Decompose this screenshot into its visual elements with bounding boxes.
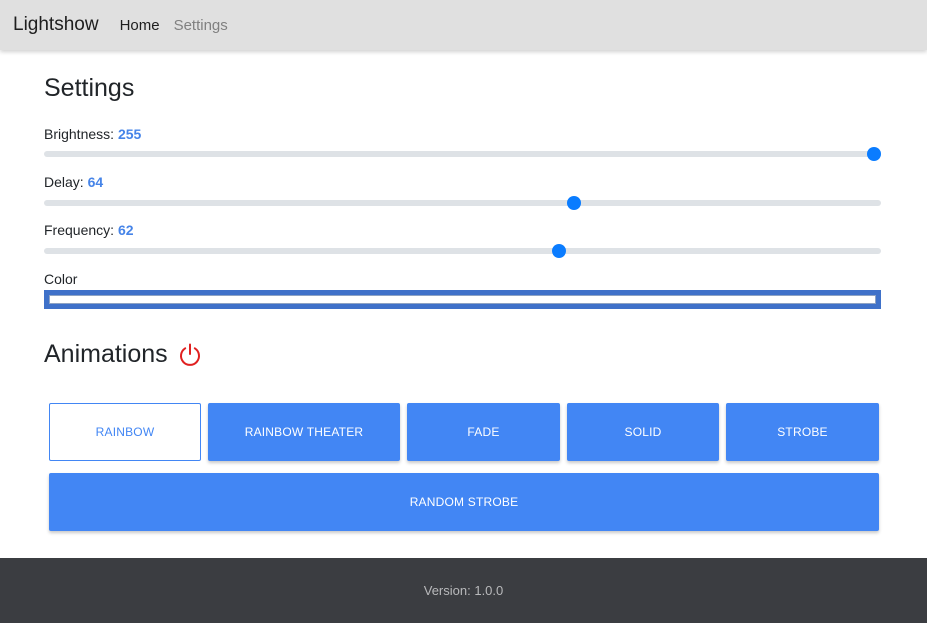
strobe-button[interactable]: STROBE — [726, 403, 879, 461]
delay-label-text: Delay: — [44, 174, 88, 190]
animations-header: Animations — [44, 340, 202, 369]
version-text: Version: 1.0.0 — [423, 583, 504, 598]
frequency-slider[interactable] — [44, 244, 881, 258]
frequency-value: 62 — [117, 222, 134, 238]
delay-label: Delay: 64 — [44, 174, 103, 190]
settings-heading: Settings — [44, 74, 135, 102]
slider-thumb[interactable] — [867, 147, 881, 161]
rainbow-button[interactable]: RAINBOW — [49, 403, 201, 461]
slider-thumb[interactable] — [551, 244, 566, 258]
frequency-label: Frequency: 62 — [44, 222, 134, 238]
slider-thumb[interactable] — [567, 196, 582, 210]
brightness-value: 255 — [117, 126, 142, 142]
nav-link-home[interactable]: Home — [120, 17, 160, 34]
solid-button[interactable]: SOLID — [567, 403, 719, 461]
color-swatch[interactable] — [49, 295, 876, 304]
slider-track[interactable] — [44, 151, 881, 157]
brightness-slider[interactable] — [44, 147, 881, 161]
color-label: Color — [44, 271, 78, 287]
nav-link-settings[interactable]: Settings — [174, 17, 228, 34]
power-icon[interactable] — [178, 343, 202, 367]
animations-heading: Animations — [44, 340, 168, 368]
navbar: Lightshow Home Settings — [0, 0, 927, 50]
random-strobe-button[interactable]: RANDOM STROBE — [49, 473, 879, 531]
brand-title[interactable]: Lightshow — [13, 14, 99, 36]
frequency-label-text: Frequency: — [44, 222, 118, 238]
slider-track[interactable] — [44, 248, 881, 254]
delay-value: 64 — [87, 174, 104, 190]
fade-button[interactable]: FADE — [407, 403, 560, 461]
brightness-label-text: Brightness: — [44, 126, 118, 142]
color-picker-input[interactable] — [44, 290, 881, 309]
slider-track[interactable] — [44, 200, 881, 206]
brightness-label: Brightness: 255 — [44, 126, 141, 142]
footer: Version: 1.0.0 — [0, 558, 927, 623]
rainbow-theater-button[interactable]: RAINBOW THEATER — [208, 403, 400, 461]
delay-slider[interactable] — [44, 196, 881, 210]
